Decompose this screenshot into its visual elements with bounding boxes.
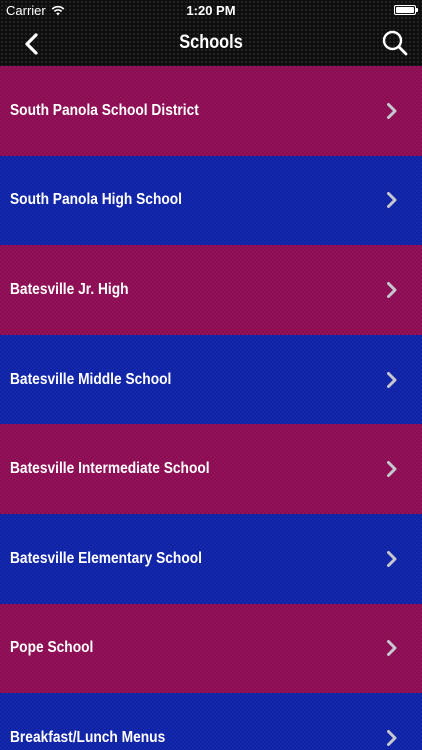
chevron-right-icon	[387, 640, 397, 657]
app-screen: Carrier 1:20 PM Schools South Panola Sch…	[0, 0, 422, 750]
top-bar-background: Carrier 1:20 PM Schools	[0, 0, 422, 66]
school-list-item-label: South Panola High School	[10, 191, 182, 209]
school-list-item[interactable]: Breakfast/Lunch Menus	[0, 693, 422, 750]
school-list-item[interactable]: Batesville Middle School	[0, 334, 422, 425]
search-icon	[382, 30, 408, 56]
page-title: Schools	[179, 32, 243, 53]
chevron-right-icon	[387, 371, 397, 388]
school-list-item-label: Batesville Jr. High	[10, 280, 129, 298]
school-list-item-label: South Panola School District	[10, 101, 199, 119]
school-list-item-label: Batesville Intermediate School	[10, 460, 210, 478]
battery-fill	[396, 7, 414, 13]
status-bar: Carrier 1:20 PM	[0, 0, 422, 22]
status-time: 1:20 PM	[186, 3, 236, 18]
school-list-item[interactable]: Batesville Jr. High	[0, 245, 422, 335]
school-list-item-label: Batesville Middle School	[10, 370, 172, 388]
chevron-right-icon	[387, 281, 397, 298]
chevron-right-icon	[387, 461, 397, 478]
school-list-item[interactable]: Batesville Elementary School	[0, 513, 422, 604]
battery-icon	[394, 5, 418, 15]
chevron-right-icon	[387, 102, 397, 119]
chevron-right-icon	[387, 729, 397, 746]
school-list-item-label: Batesville Elementary School	[10, 549, 202, 567]
school-list: South Panola School District South Panola…	[0, 66, 422, 750]
search-button[interactable]	[380, 28, 410, 58]
chevron-right-icon	[387, 192, 397, 209]
school-list-item[interactable]: South Panola School District	[0, 66, 422, 156]
school-list-item[interactable]: Batesville Intermediate School	[0, 424, 422, 514]
school-list-item-label: Breakfast/Lunch Menus	[10, 728, 166, 746]
school-list-item[interactable]: South Panola High School	[0, 155, 422, 246]
chevron-right-icon	[387, 550, 397, 567]
school-list-item[interactable]: Pope School	[0, 603, 422, 694]
school-list-item-label: Pope School	[10, 639, 94, 657]
navigation-bar: Schools	[0, 22, 422, 66]
